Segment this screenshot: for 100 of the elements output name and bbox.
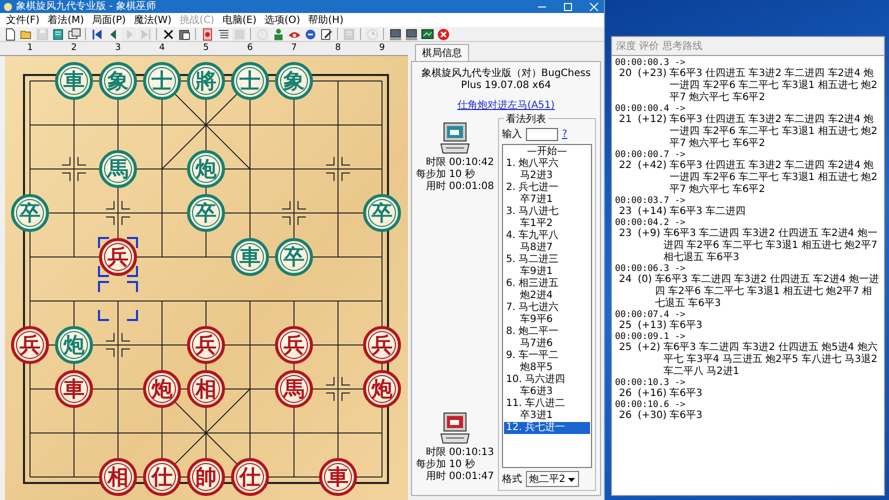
move-item[interactable]: 10. 马六进四 (504, 374, 590, 386)
score: (+23) (638, 68, 667, 80)
score: (+9) (638, 228, 660, 240)
move-item[interactable]: 卒7进1 (504, 194, 590, 206)
time-label: 时限 (425, 447, 446, 458)
move-item[interactable]: 车9平6 (504, 314, 590, 326)
computer-icon[interactable] (404, 27, 418, 41)
move-item[interactable]: 车9进1 (504, 266, 590, 278)
move-item[interactable]: 5. 马二进三 (504, 254, 590, 266)
file-number: 1 (26, 42, 34, 55)
move-item[interactable]: 炮2进4 (504, 290, 590, 302)
close-icon[interactable] (588, 0, 600, 12)
principal-variation: 车6平3 (670, 410, 704, 422)
opening-link[interactable]: 仕角炮对进左马(A51) (457, 98, 555, 112)
elapsed-time: 00:00:00.3 -> (615, 58, 686, 68)
move-item[interactable]: 马2进3 (504, 170, 590, 182)
move-item[interactable]: 7. 马七进六 (504, 302, 590, 314)
score: (+14) (638, 206, 667, 218)
search-depth: 25 (619, 320, 632, 332)
move-item[interactable]: 车1平2 (504, 218, 590, 230)
page-icon[interactable] (319, 27, 333, 41)
search-depth: 26 (619, 410, 632, 422)
maximize-icon[interactable] (562, 0, 574, 12)
move-item[interactable]: 8. 炮二平一 (504, 326, 590, 338)
monitor-icon[interactable] (420, 27, 434, 41)
input-label: 输入 (502, 128, 522, 141)
move-item[interactable]: 炮8平5 (504, 362, 590, 374)
game-title: 象棋旋风九代专业版（对）BugChess Plus 19.07.08 x64 (420, 68, 592, 92)
time-value: 00:01:47 (449, 471, 494, 483)
principal-variation: 车6平3 车二进四 (670, 206, 747, 218)
elapsed-time: 00:00:00.7 -> (615, 150, 686, 160)
file-number: 5 (202, 42, 210, 55)
first-icon[interactable] (90, 27, 104, 41)
stop-icon[interactable] (436, 27, 450, 41)
time-value: 10 秒 (449, 459, 475, 471)
menu-item[interactable]: 魔法(W) (130, 14, 176, 26)
menu-item[interactable]: 局面(P) (88, 14, 130, 26)
search-depth: 23 (619, 228, 632, 240)
card-icon[interactable] (200, 27, 214, 41)
menu-item[interactable]: 电脑(E) (218, 14, 260, 26)
score: (+12) (638, 114, 667, 126)
time-label: 时限 (425, 157, 446, 168)
input-field[interactable] (526, 128, 558, 140)
principal-variation: 车6平3 仕四进五 车3进2 车二进四 车2进4 炮一进四 车2平6 车二平七 车3退1 相五进七 炮2平7 炮六平七 车6平2 (670, 160, 878, 196)
move-item[interactable]: —开始— (504, 146, 590, 158)
menu-item[interactable]: 帮助(H) (304, 14, 348, 26)
time-value: 00:10:13 (449, 447, 494, 458)
move-item[interactable]: 车6进3 (504, 386, 590, 398)
score: (+42) (638, 160, 667, 172)
move-item[interactable]: 12. 兵七进一 (504, 422, 590, 434)
document-icon[interactable] (3, 27, 17, 41)
principal-variation: 车6平3 车二进四 车3进2 仕四进五 车2进4 炮一进四 车2平6 车二平七 车3退1 相五进七 炮2平7 相七退五 车6平3 (663, 228, 878, 264)
file-number: 4 (158, 42, 166, 55)
computer-icon (440, 122, 470, 154)
principal-variation: 车6平3 仕四进五 车3进2 车二进四 车2进4 炮一进四 车2平6 车二平七 车3退1 相五进七 炮2平7 炮六平七 车6平2 (670, 68, 878, 104)
move-item[interactable]: 卒3进1 (504, 410, 590, 422)
principal-variation: 车6平3 仕四进五 车3进2 车二进四 车2进4 炮一进四 车2平6 车二平七 车3退1 相五进七 炮2平7 炮六平七 车6平2 (670, 114, 878, 150)
principal-variation: 车6平3 车二进四 车3进2 仕四进五 炮5进4 炮六平七 车3平4 马三进五 炮2平5 车八进七 马3退2 车二平八 马2进1 (663, 342, 878, 378)
menu-item[interactable]: 选项(O) (260, 14, 304, 26)
position-marker-icon (96, 279, 140, 323)
elapsed-time: 00:00:04.2 -> (615, 218, 686, 228)
move-item[interactable]: 1. 炮八平六 (504, 158, 590, 170)
move-item[interactable]: 4. 车九平八 (504, 230, 590, 242)
move-item[interactable]: 2. 兵七进一 (504, 182, 590, 194)
list-icon[interactable] (216, 27, 230, 41)
window-title: 象棋旋风九代专业版 - 象棋巫师 (16, 0, 157, 12)
book-icon[interactable] (51, 27, 65, 41)
menu-item[interactable]: 文件(F) (2, 14, 44, 26)
time-label: 每步加 (416, 169, 446, 180)
time-label: 每步加 (416, 459, 446, 470)
move-item[interactable]: 9. 车一平二 (504, 350, 590, 362)
principal-variation: 车6平3 (670, 388, 704, 400)
elapsed-time: 00:00:07.4 -> (615, 310, 686, 320)
file-number: 9 (378, 42, 386, 55)
elapsed-time: 00:00:06.3 -> (615, 264, 686, 274)
score: (+13) (638, 320, 667, 332)
computer-icon[interactable] (388, 27, 402, 41)
time-label: 用时 (425, 471, 446, 483)
column-header: 深度 评价 思考路线 (612, 37, 884, 56)
time-value: 00:10:42 (449, 157, 494, 168)
help-link[interactable]: ? (562, 128, 568, 140)
time-value: 00:01:08 (449, 181, 494, 193)
file-number: 6 (246, 42, 254, 55)
windows-icon[interactable] (67, 27, 81, 41)
score: (+16) (638, 388, 667, 400)
cross-icon[interactable] (161, 27, 175, 41)
clipboard-icon[interactable] (177, 27, 191, 41)
menu-item[interactable]: 着法(M) (44, 14, 88, 26)
elapsed-time: 00:00:10.6 -> (615, 400, 686, 410)
move-item[interactable]: 3. 马八进七 (504, 206, 590, 218)
principal-variation: 车6平3 (670, 320, 704, 332)
format-dropdown[interactable]: 炮二平2 (526, 471, 580, 487)
tab[interactable]: 棋局信息 (415, 44, 469, 61)
move-item[interactable]: 11. 车八进二 (504, 398, 590, 410)
file-number: 2 (70, 42, 78, 55)
principal-variation: 车6平3 车二进四 车3进2 仕四进五 车2进4 炮一进四 车2平6 车二平七 车3退1 相五进七 炮2平7 相七退五 车6平3 (654, 274, 880, 310)
move-item[interactable]: 马8进7 (504, 242, 590, 254)
move-item[interactable]: 马7进6 (504, 338, 590, 350)
search-depth: 20 (619, 68, 632, 80)
move-item[interactable]: 6. 相三进五 (504, 278, 590, 290)
